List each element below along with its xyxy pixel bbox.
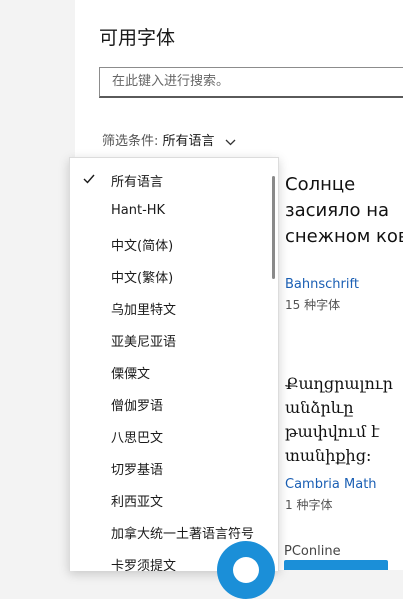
font-name-link[interactable]: Cambria Math — [285, 477, 377, 492]
dropdown-item[interactable]: 僧伽罗语 — [70, 388, 270, 420]
background-strip — [0, 0, 75, 570]
watermark-bar — [284, 560, 388, 570]
sample-line: засияло на — [285, 200, 390, 221]
dropdown-item[interactable]: 所有语言 — [70, 164, 270, 196]
dropdown-item-label: 利西亚文 — [111, 495, 164, 510]
dropdown-item[interactable]: 亚美尼亚语 — [70, 324, 270, 356]
dropdown-item[interactable]: 乌加里特文 — [70, 292, 270, 324]
filter-selector[interactable]: 筛选条件: 所有语言 — [102, 130, 236, 150]
dropdown-item-label: 八思巴文 — [111, 431, 164, 446]
dropdown-item[interactable]: 切罗基语 — [70, 452, 270, 484]
dropdown-item[interactable]: 中文(繁体) — [70, 260, 270, 292]
dropdown-item[interactable]: 中文(简体) — [70, 228, 270, 260]
font-preview-sample[interactable]: Солнце засияло на снежном ковре — [285, 172, 403, 252]
filter-value: 所有语言 — [162, 134, 215, 149]
search-box[interactable] — [99, 67, 403, 98]
sample-line: անձրևը — [285, 398, 354, 417]
dropdown-item-label: 卡罗须提文 — [111, 559, 177, 571]
dropdown-item[interactable]: 八思巴文 — [70, 420, 270, 452]
sample-line: թափվում է — [285, 422, 380, 441]
dropdown-item-label: 切罗基语 — [111, 463, 164, 478]
checkmark-icon — [83, 173, 95, 188]
dropdown-item-label: Hant-HK — [111, 203, 166, 218]
search-input[interactable] — [110, 73, 394, 90]
dropdown-item[interactable]: 傈僳文 — [70, 356, 270, 388]
dropdown-scrollbar[interactable] — [272, 176, 275, 279]
font-name-link[interactable]: Bahnschrift — [285, 277, 359, 292]
font-count: 1 种字体 — [285, 498, 333, 512]
font-preview-sample[interactable]: Քաղցրալուր անձրևը թափվում է տանիքից: — [285, 372, 403, 472]
dropdown-item[interactable]: Hant-HK — [70, 196, 270, 228]
watermark-brand: PConline — [284, 544, 341, 559]
sample-line: Солнце — [285, 174, 356, 195]
chevron-down-icon — [225, 135, 236, 150]
language-dropdown: 所有语言 Hant-HK 中文(简体) 中文(繁体) 乌加里特文 亚美尼亚语 傈… — [69, 157, 279, 571]
page-title: 可用字体 — [99, 27, 176, 49]
pconline-logo-icon — [217, 541, 275, 599]
watermark: PConline — [205, 535, 403, 599]
filter-label: 筛选条件: — [102, 134, 159, 149]
dropdown-item-label: 亚美尼亚语 — [111, 335, 177, 350]
sample-line: снежном ковре — [285, 226, 403, 247]
dropdown-item-label: 僧伽罗语 — [111, 399, 164, 414]
dropdown-item-label: 中文(简体) — [111, 239, 174, 254]
dropdown-item-label: 傈僳文 — [111, 367, 151, 382]
font-count: 15 种字体 — [285, 298, 341, 312]
dropdown-item[interactable]: 利西亚文 — [70, 484, 270, 516]
sample-line: տանիքից: — [285, 446, 372, 465]
dropdown-item-label: 乌加里特文 — [111, 303, 177, 318]
sample-line: Քաղցրալուր — [285, 374, 393, 393]
dropdown-item-label: 中文(繁体) — [111, 271, 174, 286]
dropdown-item-label: 所有语言 — [111, 175, 164, 190]
